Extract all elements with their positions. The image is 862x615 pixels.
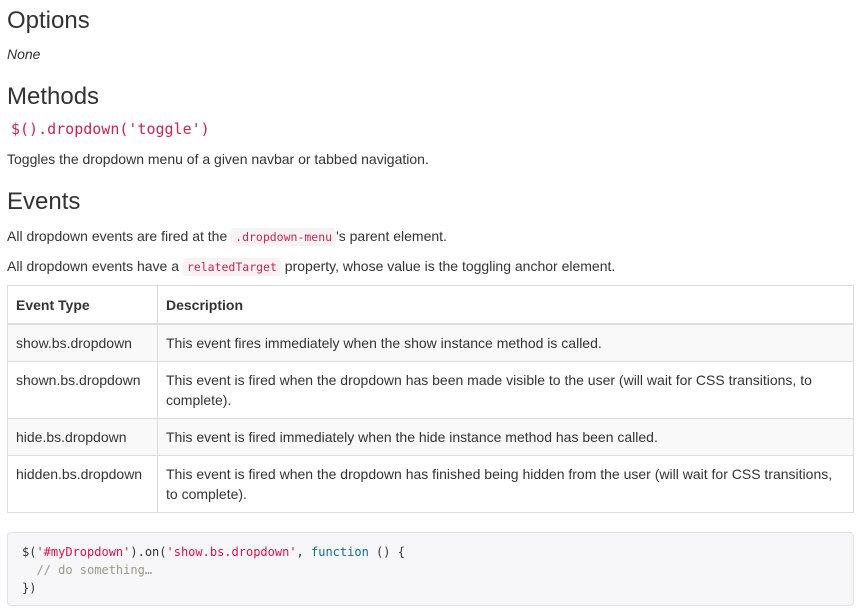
event-type-cell: shown.bs.dropdown (7, 361, 158, 419)
code-token: () { (368, 545, 405, 559)
events-p2-text-after: property, whose value is the toggling an… (280, 258, 616, 274)
events-heading: Events (7, 188, 81, 215)
event-description-cell: This event fires immediately when the sh… (157, 323, 854, 362)
options-heading: Options (7, 7, 90, 34)
table-row: hide.bs.dropdown This event is fired imm… (7, 418, 854, 456)
event-type-cell: hidden.bs.dropdown (7, 455, 158, 513)
code-comment-token: // do something… (22, 563, 153, 577)
events-paragraph-2: All dropdown events have a relatedTarget… (7, 256, 615, 277)
methods-heading: Methods (7, 83, 100, 110)
header-description: Description (157, 285, 854, 325)
events-paragraph-1: All dropdown events are fired at the .dr… (7, 226, 447, 247)
events-table-body: show.bs.dropdown This event fires immedi… (7, 323, 854, 513)
code-example: $('#myDropdown').on('show.bs.dropdown', … (7, 532, 854, 606)
event-type-cell: show.bs.dropdown (7, 323, 158, 362)
code-string-token: '#myDropdown' (36, 545, 131, 559)
code-token: , (296, 545, 311, 559)
header-event-type: Event Type (7, 285, 158, 325)
method-signature: $().dropdown('toggle') (11, 120, 210, 138)
events-p1-text-before: All dropdown events are fired at the (7, 228, 232, 244)
table-row: show.bs.dropdown This event fires immedi… (7, 323, 854, 362)
event-description-cell: This event is fired immediately when the… (157, 418, 854, 456)
code-keyword-token: function (311, 545, 369, 559)
code-token: ).on( (130, 545, 167, 559)
events-p1-text-after: 's parent element. (336, 228, 447, 244)
related-target-code: relatedTarget (182, 258, 281, 276)
event-description-cell: This event is fired when the dropdown ha… (157, 361, 854, 419)
events-p2-text-before: All dropdown events have a (7, 258, 183, 274)
table-row: hidden.bs.dropdown This event is fired w… (7, 455, 854, 513)
code-string-token: 'show.bs.dropdown' (166, 545, 297, 559)
event-type-cell: hide.bs.dropdown (7, 418, 158, 456)
code-token: }) (22, 581, 37, 595)
events-table-head: Event Type Description (7, 285, 854, 325)
method-description: Toggles the dropdown menu of a given nav… (7, 151, 429, 167)
table-row: shown.bs.dropdown This event is fired wh… (7, 361, 854, 419)
event-description-cell: This event is fired when the dropdown ha… (157, 455, 854, 513)
options-value: None (7, 46, 41, 62)
dropdown-menu-code: .dropdown-menu (231, 228, 337, 246)
events-table: Event Type Description show.bs.dropdown … (7, 285, 854, 513)
code-token: $( (22, 545, 37, 559)
table-header-row: Event Type Description (7, 285, 854, 325)
